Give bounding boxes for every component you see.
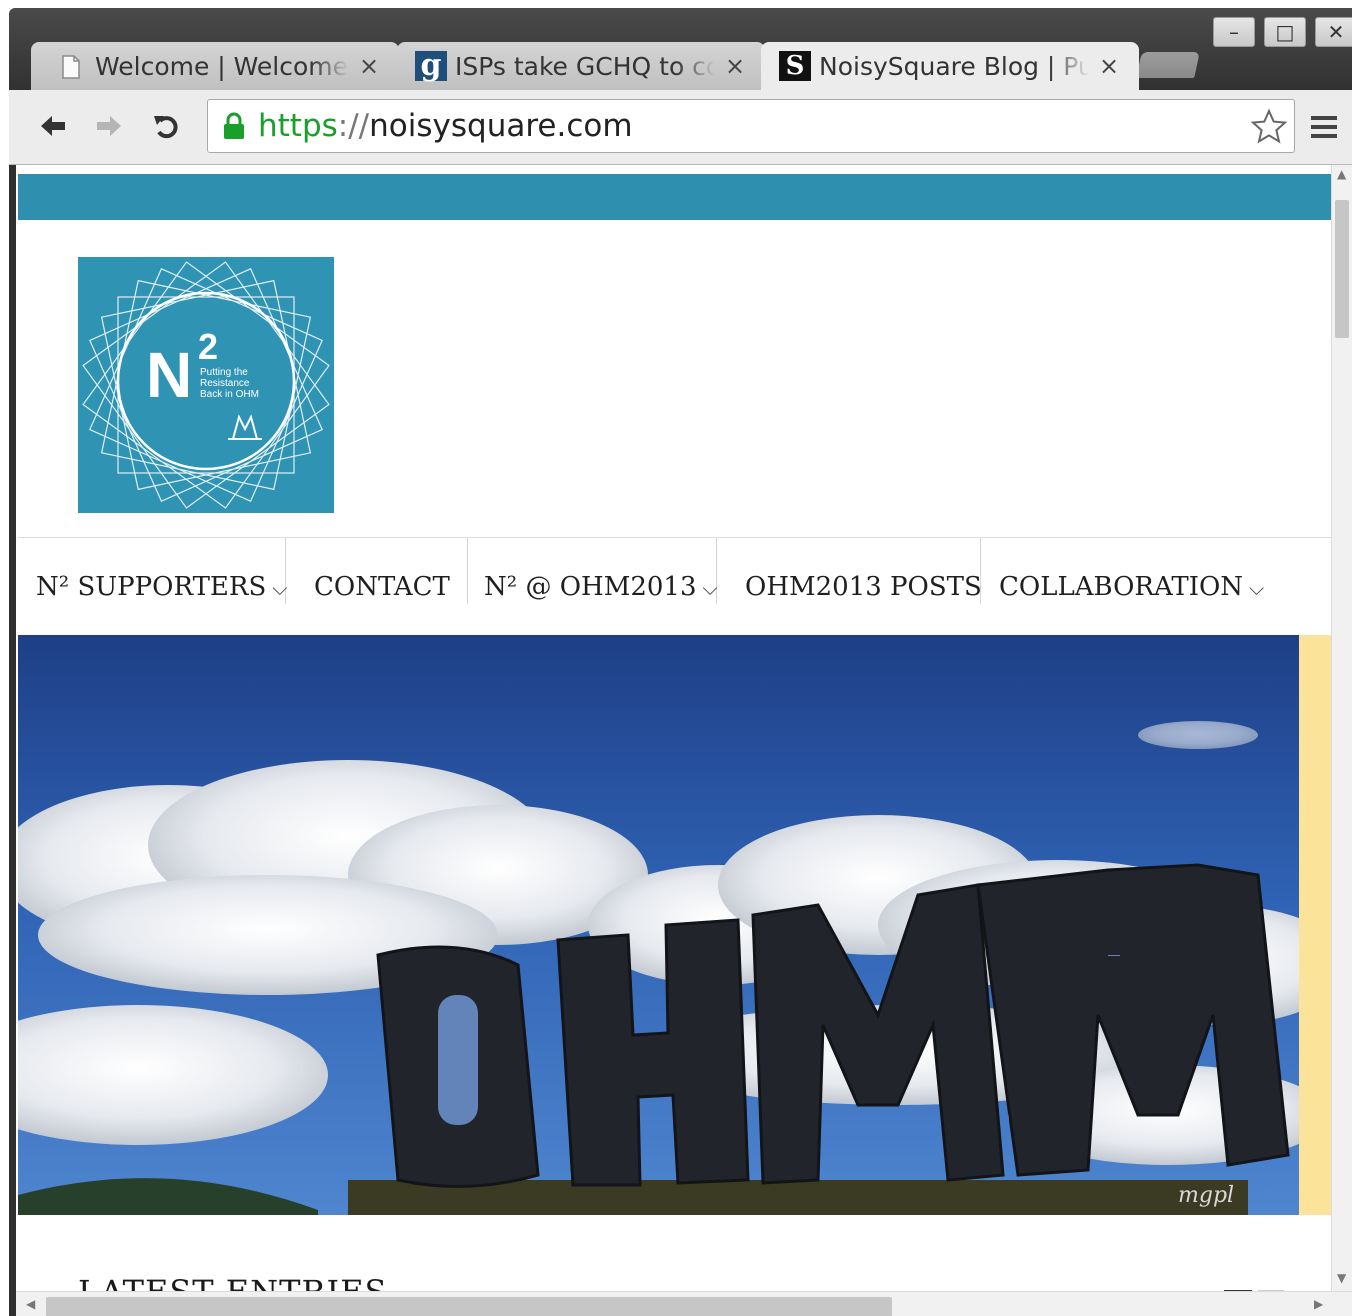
- nav-item-contact[interactable]: CONTACT: [286, 538, 468, 604]
- url-scheme: https: [258, 108, 338, 144]
- page-viewport: N 2 Putting the Resistance Back in OHM N…: [16, 164, 1331, 1291]
- scroll-left-arrow-icon[interactable]: ◀: [26, 1298, 35, 1310]
- tab-guardian[interactable]: g ISPs take GCHQ to court ×: [397, 42, 765, 90]
- site-logo[interactable]: N 2 Putting the Resistance Back in OHM: [78, 257, 334, 513]
- logo-superscript: 2: [198, 326, 219, 367]
- tab-noisysquare[interactable]: S NoisySquare Blog | Putting the Resista…: [761, 42, 1139, 90]
- nav-label: N² @ OHM2013 ⌵: [484, 571, 718, 604]
- close-window-button[interactable]: ✕: [1315, 17, 1352, 47]
- nav-item-collaboration[interactable]: COLLABORATION ⌵: [981, 538, 1281, 604]
- horizontal-scrollbar[interactable]: ◀ ▶: [16, 1291, 1352, 1316]
- close-tab-icon[interactable]: ×: [357, 52, 381, 80]
- hero-watermark: mgpl: [1178, 1183, 1234, 1208]
- browser-toolbar: https://noisysquare.com: [9, 90, 1352, 165]
- nav-label: CONTACT: [314, 572, 450, 602]
- lock-icon: [224, 112, 244, 139]
- nav-label: N² SUPPORTERS ⌵: [36, 571, 287, 604]
- url-text: https://noisysquare.com: [258, 108, 633, 144]
- nav-item-supporters[interactable]: N² SUPPORTERS ⌵: [18, 538, 287, 604]
- nav-label: OHM2013 POSTS: [745, 572, 982, 602]
- horizontal-scroll-thumb[interactable]: [46, 1297, 892, 1316]
- logo-letter: N: [146, 339, 193, 411]
- tab-title: Welcome | Welcome to: [95, 53, 349, 81]
- bookmark-star-icon[interactable]: [1250, 108, 1288, 146]
- hero-image: mgpl: [18, 635, 1299, 1215]
- tab-title: NoisySquare Blog | Putting the Resistanc…: [819, 53, 1089, 81]
- close-tab-icon[interactable]: ×: [723, 52, 747, 80]
- tab-welcome[interactable]: Welcome | Welcome to ×: [31, 42, 399, 90]
- guardian-g-icon: g: [415, 48, 447, 83]
- main-navigation: N² SUPPORTERS ⌵ CONTACT N² @ OHM2013 ⌵ OHM…: [18, 538, 1331, 604]
- address-bar[interactable]: https://noisysquare.com: [207, 99, 1295, 153]
- logo-tagline: Putting the Resistance Back in OHM: [200, 367, 259, 400]
- reload-icon[interactable]: [147, 108, 187, 144]
- desktop-edge: [0, 0, 9, 1316]
- nav-text: COLLABORATION: [999, 572, 1244, 602]
- vertical-scrollbar[interactable]: ▲ ▼: [1331, 164, 1352, 1291]
- nav-text: N² SUPPORTERS: [36, 572, 267, 602]
- scroll-up-arrow-icon[interactable]: ▲: [1337, 168, 1346, 180]
- chevron-down-icon: ⌵: [702, 576, 718, 600]
- url-separator: ://: [337, 108, 370, 144]
- nav-item-ohm2013[interactable]: N² @ OHM2013 ⌵: [468, 538, 718, 604]
- maximize-button[interactable]: □: [1264, 17, 1306, 47]
- hamburger-menu-icon[interactable]: [1309, 112, 1339, 142]
- back-arrow-icon[interactable]: [33, 108, 73, 144]
- scroll-down-arrow-icon[interactable]: ▼: [1337, 1272, 1346, 1284]
- forward-arrow-icon[interactable]: [89, 108, 129, 144]
- hero-side-accent: [1299, 635, 1331, 1215]
- scroll-right-arrow-icon[interactable]: ▶: [1314, 1298, 1323, 1310]
- nav-item-ohm2013-posts[interactable]: OHM2013 POSTS: [717, 538, 982, 604]
- top-color-band: [18, 174, 1331, 220]
- site-s-icon: S: [779, 51, 811, 81]
- close-tab-icon[interactable]: ×: [1097, 52, 1121, 80]
- url-host: noisysquare.com: [369, 108, 633, 144]
- new-tab-button[interactable]: [1136, 52, 1200, 78]
- tab-title: ISPs take GCHQ to court: [455, 53, 715, 81]
- page-icon: [57, 51, 85, 81]
- chevron-down-icon: ⌵: [1249, 576, 1265, 600]
- nav-label: COLLABORATION ⌵: [999, 571, 1264, 604]
- nav-text: N² @ OHM2013: [484, 572, 697, 602]
- latest-entries-heading: LATEST ENTRIES: [78, 1276, 387, 1291]
- minimize-button[interactable]: –: [1213, 17, 1255, 47]
- browser-window: – □ ✕ Welcome | Welcome to × g ISPs take…: [9, 8, 1352, 1316]
- vertical-scroll-thumb[interactable]: [1335, 200, 1349, 338]
